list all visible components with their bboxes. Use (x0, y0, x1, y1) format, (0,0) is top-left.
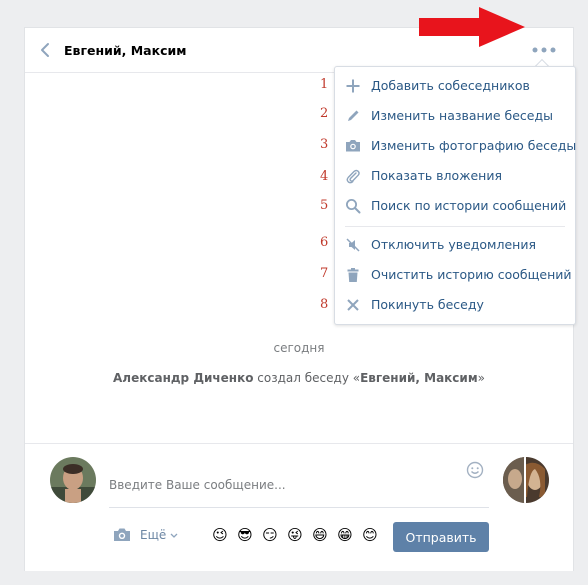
menu-item-show-attachments[interactable]: Показать вложения (335, 161, 575, 191)
mute-icon (346, 238, 360, 252)
annotation-number: 3 (320, 137, 329, 152)
back-arrow-icon[interactable] (39, 42, 51, 58)
message-composer: Ещё 😉 😎 😏 😜 😄 😁 😊 Отправить (25, 443, 573, 571)
menu-item-label: Отключить уведомления (371, 237, 536, 252)
emoji-smirk[interactable]: 😏 (261, 526, 279, 544)
menu-item-leave-chat[interactable]: Покинуть беседу (335, 290, 575, 320)
camera-icon (346, 140, 360, 152)
emoji-tongue-wink[interactable]: 😜 (286, 526, 304, 544)
plus-icon (346, 79, 360, 93)
annotation-number: 8 (320, 297, 329, 312)
menu-item-label: Изменить название беседы (371, 108, 553, 123)
annotation-number: 4 (320, 169, 329, 184)
annotation-number: 6 (320, 235, 329, 250)
menu-item-label: Очистить историю сообщений (371, 267, 572, 282)
more-attach-button[interactable]: Ещё (140, 528, 178, 542)
camera-attach-icon[interactable] (113, 527, 131, 542)
emoji-sunglasses[interactable]: 😎 (236, 526, 254, 544)
emoji-blush[interactable]: 😊 (361, 526, 379, 544)
system-message-action: создал беседу « (253, 371, 361, 385)
menu-item-label: Поиск по истории сообщений (371, 198, 567, 213)
emoji-grin[interactable]: 😄 (311, 526, 329, 544)
menu-item-label: Добавить собеседников (371, 78, 530, 93)
system-message-end: » (477, 371, 485, 385)
send-button[interactable]: Отправить (393, 522, 489, 552)
date-separator: сегодня (273, 341, 325, 355)
trash-icon (347, 268, 359, 282)
annotation-number: 7 (320, 266, 329, 281)
close-icon (347, 299, 359, 311)
chat-title[interactable]: Евгений, Максим (64, 43, 186, 58)
system-message-author[interactable]: Александр Диченко (113, 371, 253, 385)
chat-avatar[interactable] (503, 457, 549, 503)
emoji-wink[interactable]: 😉 (211, 526, 229, 544)
chevron-down-icon (170, 528, 178, 542)
menu-item-mute[interactable]: Отключить уведомления (335, 230, 575, 260)
menu-item-search-history[interactable]: Поиск по истории сообщений (335, 191, 575, 221)
emoji-bar: 😉 😎 😏 😜 😄 😁 😊 (211, 526, 386, 546)
menu-separator (345, 226, 565, 227)
menu-item-label: Изменить фотографию беседы (371, 138, 577, 153)
menu-item-clear-history[interactable]: Очистить историю сообщений (335, 260, 575, 290)
menu-item-label: Показать вложения (371, 168, 502, 183)
system-message-chat-name: Евгений, Максим (360, 371, 478, 385)
annotation-number: 1 (320, 77, 329, 92)
system-message: Александр Диченко создал беседу «Евгений… (25, 371, 573, 385)
chat-actions-menu: Добавить собеседников Изменить название … (334, 66, 576, 325)
smile-icon[interactable] (466, 461, 484, 479)
my-avatar[interactable] (50, 457, 96, 503)
pencil-icon (348, 110, 359, 121)
more-dots-icon[interactable] (531, 45, 557, 55)
menu-item-add-members[interactable]: Добавить собеседников (335, 71, 575, 101)
paperclip-icon (346, 169, 360, 184)
more-attach-label: Ещё (140, 528, 167, 542)
annotation-number: 5 (320, 198, 329, 213)
menu-item-change-photo[interactable]: Изменить фотографию беседы (335, 131, 577, 161)
menu-item-rename[interactable]: Изменить название беседы (335, 101, 575, 131)
message-input[interactable] (109, 458, 489, 508)
menu-item-label: Покинуть беседу (371, 297, 484, 312)
annotation-number: 2 (320, 106, 329, 121)
emoji-beam[interactable]: 😁 (336, 526, 354, 544)
red-arrow-annotation (419, 7, 525, 47)
search-icon (346, 199, 361, 214)
